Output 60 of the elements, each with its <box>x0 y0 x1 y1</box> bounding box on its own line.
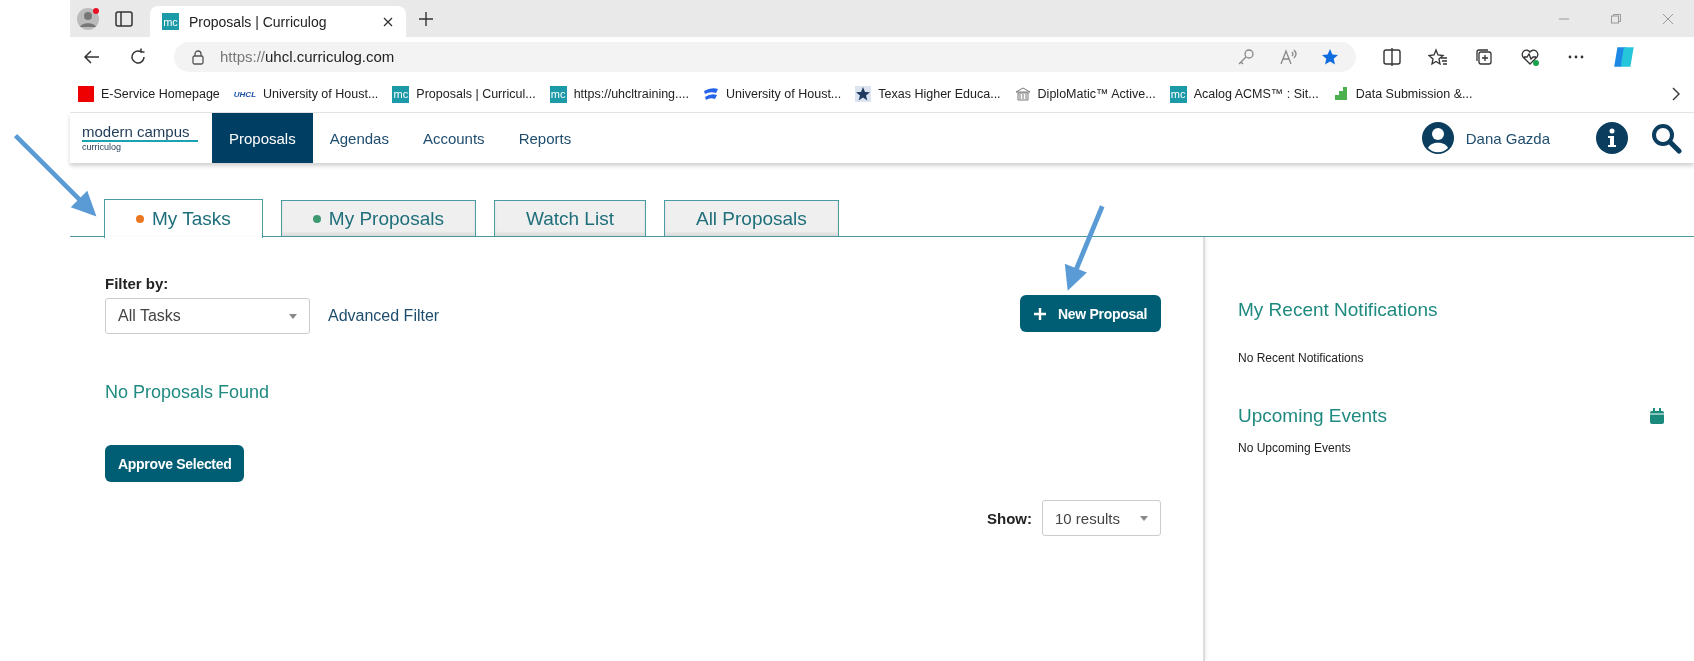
favicon: mc <box>162 13 179 30</box>
tab[interactable]: All Proposals <box>663 200 839 236</box>
tab[interactable]: My Proposals <box>280 200 476 236</box>
url-text: https://uhcl.curriculog.com <box>220 48 395 65</box>
bookmark[interactable]: mc Proposals | Curricul... <box>392 85 536 103</box>
caret-icon <box>1140 515 1148 521</box>
user-avatar-icon[interactable] <box>1421 122 1454 154</box>
steps-icon <box>1332 86 1349 102</box>
bookmark[interactable]: DiploMatic™ Active... <box>1014 86 1156 102</box>
collections-icon[interactable] <box>1474 46 1494 67</box>
nav-item[interactable]: Reports <box>501 113 589 163</box>
section-text: No Recent Notifications <box>1238 351 1365 365</box>
browser-tab[interactable]: mc Proposals | Curriculog <box>150 6 406 37</box>
bookmark[interactable]: Texas Higher Educa... <box>855 86 1001 102</box>
tab[interactable]: My Tasks <box>104 198 263 238</box>
star-icon <box>855 86 872 102</box>
search-icon[interactable] <box>1650 122 1682 154</box>
tab[interactable]: Watch List <box>493 200 646 236</box>
caret-icon <box>289 313 297 319</box>
bookmark[interactable]: Data Submission &... <box>1332 86 1473 102</box>
bookmark[interactable]: UHCL University of Houst... <box>233 87 379 101</box>
results-dropdown[interactable]: 10 results <box>1042 500 1161 536</box>
bookmark-icon: mc <box>392 85 410 103</box>
info-icon[interactable] <box>1596 122 1628 154</box>
bookmark[interactable]: E-Service Homepage <box>78 86 220 102</box>
logo[interactable]: modern campus curriculog <box>82 113 198 163</box>
approve-selected-button[interactable]: Approve Selected <box>105 445 245 482</box>
bookmark[interactable]: mc Acalog ACMS™ : Sit... <box>1169 85 1319 103</box>
empty-message: No Proposals Found <box>105 382 271 403</box>
tab-actions-icon[interactable] <box>114 8 134 29</box>
section-title: My Recent Notifications <box>1238 299 1438 321</box>
lock-icon[interactable] <box>190 48 206 65</box>
split-screen-icon[interactable] <box>1382 46 1402 67</box>
filter-label: Filter by: <box>105 275 170 292</box>
new-proposal-button[interactable]: New Proposal <box>1020 295 1161 332</box>
wave-icon <box>702 86 719 102</box>
bookmark[interactable]: University of Houst... <box>702 86 842 102</box>
favorites-icon[interactable] <box>1428 46 1448 67</box>
bookmark-icon: UHCL <box>233 89 257 99</box>
nav-item[interactable]: Proposals <box>212 113 313 163</box>
filter-dropdown[interactable]: All Tasks <box>105 298 310 334</box>
bookmark-icon: mc <box>1169 85 1187 103</box>
bookmark-icon: mc <box>549 85 567 103</box>
address-bar[interactable]: https://uhcl.curriculog.com <box>174 41 1356 72</box>
plus-icon <box>1034 307 1046 320</box>
bookmark[interactable]: mc https://uhcltraining.... <box>549 85 689 103</box>
nav-item[interactable]: Agendas <box>312 113 406 163</box>
user-name[interactable]: Dana Gazda <box>1465 129 1550 147</box>
close-icon[interactable] <box>382 15 394 28</box>
section-text: No Upcoming Events <box>1238 441 1352 455</box>
show-label: Show: <box>987 509 1032 527</box>
refresh-icon[interactable] <box>128 46 148 67</box>
section-title: Upcoming Events <box>1238 405 1387 427</box>
calendar-icon[interactable] <box>1650 408 1664 424</box>
bookmark-icon <box>78 86 94 102</box>
profile-icon[interactable] <box>76 6 100 31</box>
nav-item[interactable]: Accounts <box>405 113 502 163</box>
building-icon <box>1014 86 1031 102</box>
key-icon[interactable] <box>1236 46 1256 67</box>
advanced-filter-link[interactable]: Advanced Filter <box>328 307 440 325</box>
